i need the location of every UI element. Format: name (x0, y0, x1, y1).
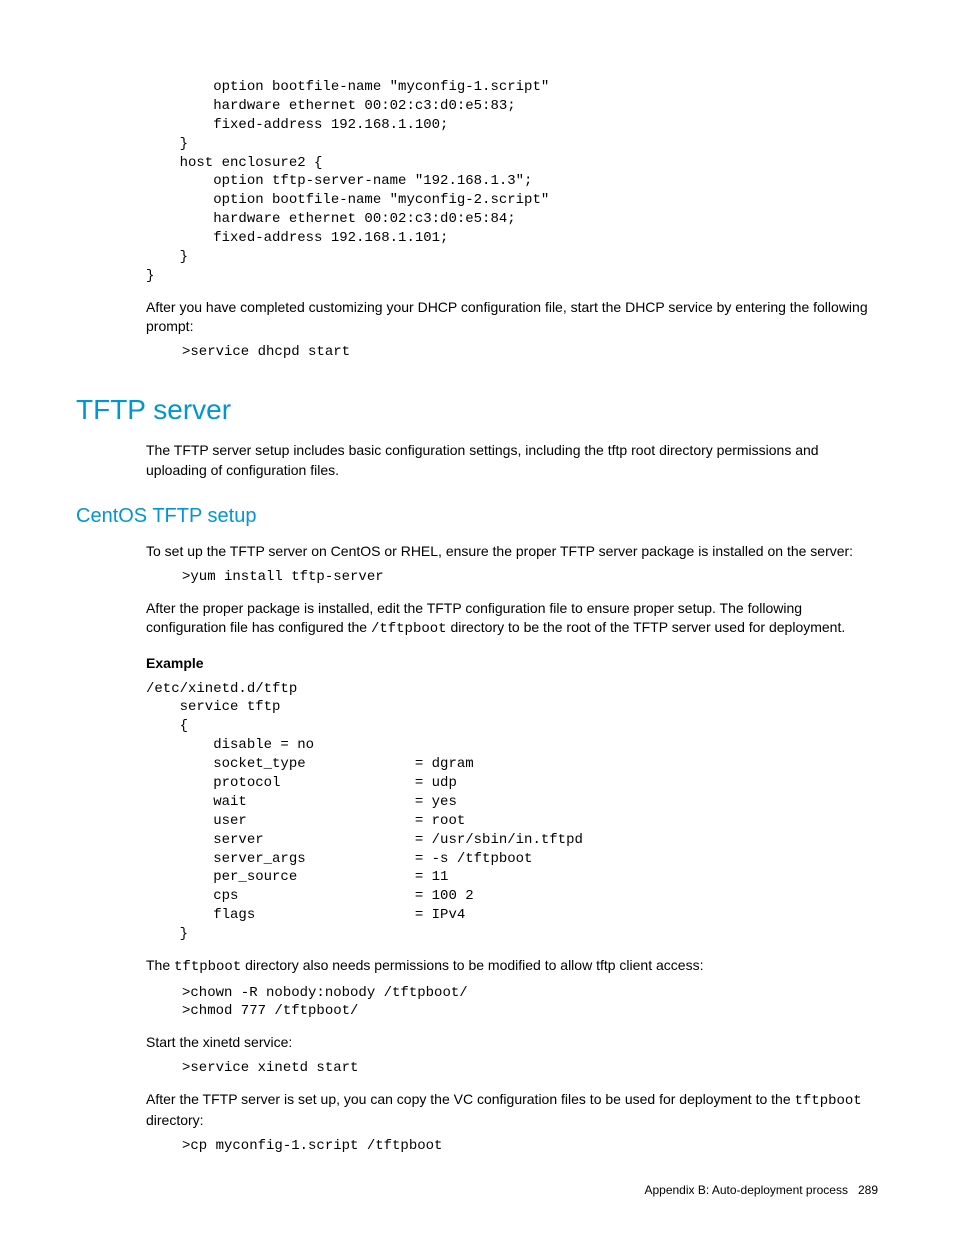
tftpboot-path: /tftpboot (371, 621, 447, 637)
text-span: directory: (146, 1112, 204, 1128)
tftpboot-dir: tftpboot (795, 1093, 862, 1109)
tftp-server-heading: TFTP server (76, 390, 878, 429)
dhcp-start-paragraph: After you have completed customizing you… (146, 298, 878, 337)
tftp-intro-paragraph: The TFTP server setup includes basic con… (146, 441, 878, 480)
example-label: Example (146, 654, 878, 674)
tftp-install-paragraph: To set up the TFTP server on CentOS or R… (146, 542, 878, 562)
page: option bootfile-name "myconfig-1.script"… (0, 0, 954, 1235)
xinetd-start-command: >service xinetd start (182, 1059, 878, 1078)
content-area: option bootfile-name "myconfig-1.script"… (146, 78, 878, 1156)
text-span: directory to be the root of the TFTP ser… (447, 619, 846, 635)
text-span: The (146, 957, 174, 973)
dhcp-config-code: option bootfile-name "myconfig-1.script"… (146, 78, 878, 286)
tftpboot-dir: tftpboot (174, 959, 241, 975)
centos-tftp-heading: CentOS TFTP setup (76, 502, 878, 530)
text-span: directory also needs permissions to be m… (241, 957, 703, 973)
cp-command: >cp myconfig-1.script /tftpboot (182, 1137, 878, 1156)
text-span: After the TFTP server is set up, you can… (146, 1091, 795, 1107)
footer-appendix-text: Appendix B: Auto-deployment process (644, 1183, 847, 1197)
copy-config-paragraph: After the TFTP server is set up, you can… (146, 1090, 878, 1131)
chown-chmod-commands: >chown -R nobody:nobody /tftpboot/ >chmo… (182, 984, 878, 1022)
xinetd-start-paragraph: Start the xinetd service: (146, 1033, 878, 1053)
dhcp-start-command: >service dhcpd start (182, 343, 878, 362)
tftp-config-paragraph: After the proper package is installed, e… (146, 599, 878, 640)
yum-install-command: >yum install tftp-server (182, 568, 878, 587)
permissions-paragraph: The tftpboot directory also needs permis… (146, 956, 878, 978)
page-footer: Appendix B: Auto-deployment process 289 (644, 1182, 878, 1199)
xinetd-config-code: /etc/xinetd.d/tftp service tftp { disabl… (146, 680, 878, 944)
page-number: 289 (858, 1183, 878, 1197)
